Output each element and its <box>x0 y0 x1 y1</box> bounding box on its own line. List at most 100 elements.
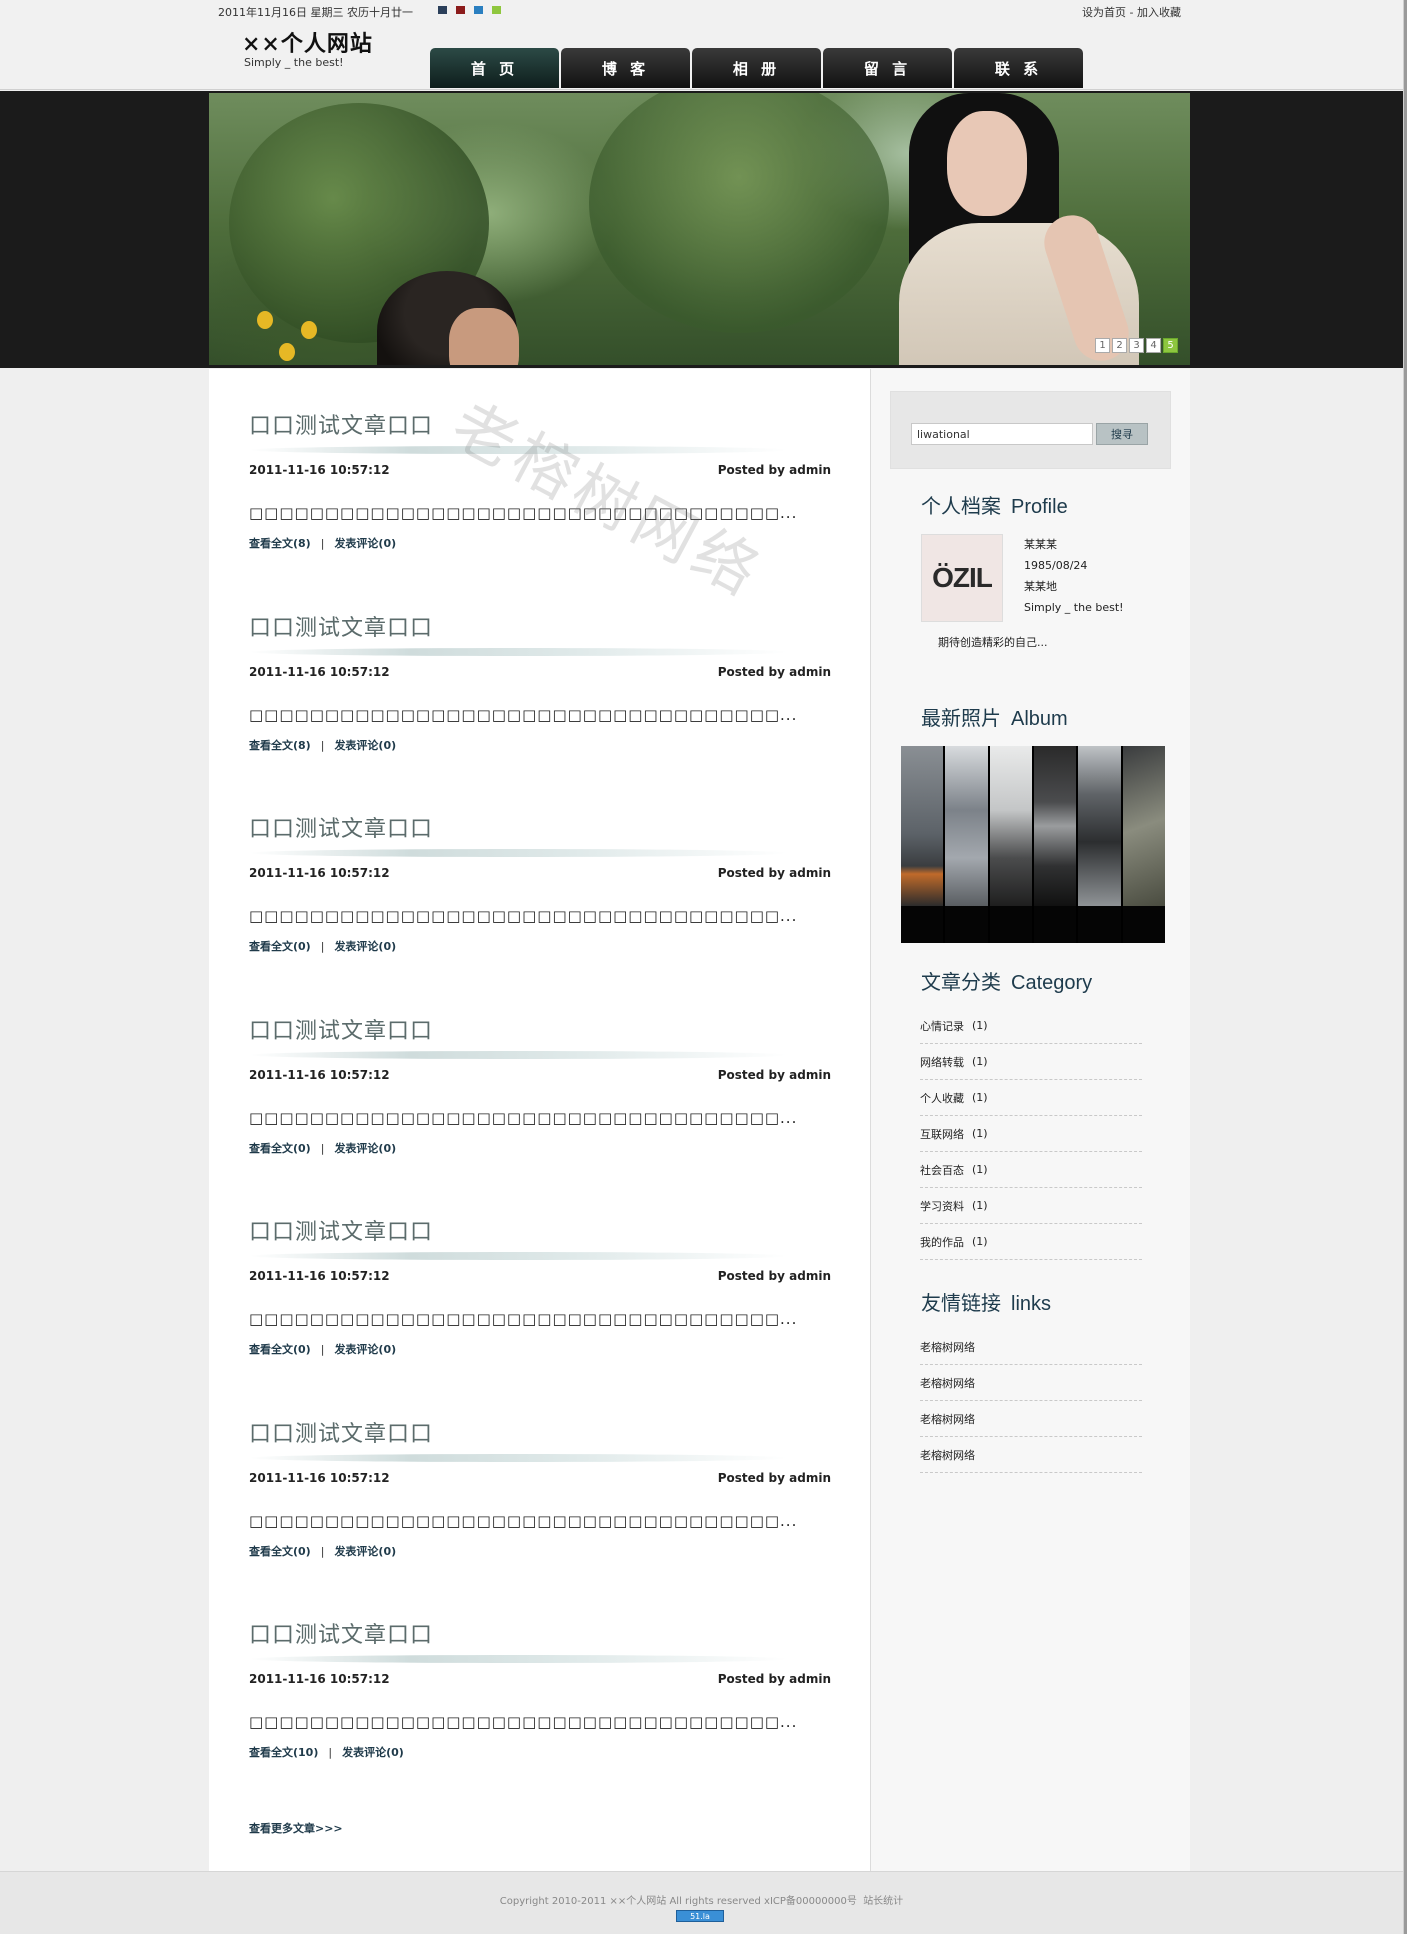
post-title[interactable]: 口口测试文章口口 <box>249 1214 433 1246</box>
post-title[interactable]: 口口测试文章口口 <box>249 1013 433 1045</box>
post-title[interactable]: 口口测试文章口口 <box>249 811 433 843</box>
album-photo[interactable] <box>945 746 988 943</box>
post-title[interactable]: 口口测试文章口口 <box>249 408 433 440</box>
footer-stats-link[interactable]: 站长统计 <box>863 1896 903 1907</box>
post-actions: 查看全文(0) | 发表评论(0) <box>249 1543 396 1559</box>
stats-counter-badge[interactable]: 51.la <box>676 1910 724 1922</box>
post-author: Posted by admin <box>717 1470 831 1485</box>
post-author: Posted by admin <box>717 1067 831 1082</box>
profile-slogan: Simply _ the best! <box>1024 601 1124 614</box>
category-heading-cn: 文章分类 <box>921 970 1001 994</box>
friend-link[interactable]: 老榕树网络 <box>920 1437 1142 1473</box>
top-links: 设为首页 - 加入收藏 <box>1082 4 1181 20</box>
album-photo[interactable] <box>901 746 944 943</box>
nav-album[interactable]: 相 册 <box>692 48 821 88</box>
more-articles-link[interactable]: 查看更多文章>>> <box>249 1820 343 1836</box>
friend-link[interactable]: 老榕树网络 <box>920 1401 1142 1437</box>
banner-page-4[interactable]: 4 <box>1146 338 1161 353</box>
category-count: (1) <box>972 1235 988 1248</box>
category-count: (1) <box>972 1199 988 1212</box>
post-title-underline <box>249 1252 789 1260</box>
category-item[interactable]: 社会百态 (1) <box>920 1152 1142 1188</box>
category-heading-en: Category <box>1011 972 1093 994</box>
theme-swatch-blue[interactable] <box>474 6 483 14</box>
read-more-link[interactable]: 查看全文(0) <box>249 1545 311 1558</box>
read-more-link[interactable]: 查看全文(8) <box>249 537 311 550</box>
banner-page-5[interactable]: 5 <box>1163 338 1178 353</box>
post-date: 2011-11-16 10:57:12 <box>249 1672 390 1686</box>
set-home-link[interactable]: 设为首页 <box>1082 6 1126 19</box>
category-item[interactable]: 个人收藏 (1) <box>920 1080 1142 1116</box>
banner-fruit <box>301 321 317 339</box>
category-item[interactable]: 心情记录 (1) <box>920 1008 1142 1044</box>
read-more-link[interactable]: 查看全文(10) <box>249 1746 318 1759</box>
comment-link[interactable]: 发表评论(0) <box>342 1746 404 1759</box>
theme-swatch-red[interactable] <box>456 6 465 14</box>
banner-page-2[interactable]: 2 <box>1112 338 1127 353</box>
category-name: 社会百态 <box>920 1163 964 1177</box>
date-line: 2011年11月16日 星期三 农历十月廿一 <box>218 6 413 19</box>
footer-icp-link[interactable]: xICP备00000000号 <box>764 1896 857 1907</box>
post-title[interactable]: 口口测试文章口口 <box>249 1617 433 1649</box>
nav-blog[interactable]: 博 客 <box>561 48 690 88</box>
post-excerpt: □□□□□□□□□□□□□□□□□□□□□□□□□□□□□□□□□□□... <box>249 907 798 925</box>
category-item[interactable]: 互联网络 (1) <box>920 1116 1142 1152</box>
banner-woman-face <box>947 111 1027 216</box>
post-date: 2011-11-16 10:57:12 <box>249 1067 390 1082</box>
search-input[interactable] <box>911 423 1093 445</box>
theme-swatch-green[interactable] <box>492 6 501 14</box>
banner-slideshow[interactable]: 1 2 3 4 5 <box>209 93 1190 365</box>
banner-page-1[interactable]: 1 <box>1095 338 1110 353</box>
post-title[interactable]: 口口测试文章口口 <box>249 1416 433 1448</box>
category-heading: 文章分类 Category <box>921 966 1092 995</box>
post-date: 2011-11-16 10:57:12 <box>249 866 390 880</box>
read-more-link[interactable]: 查看全文(8) <box>249 739 311 752</box>
album-photo[interactable] <box>1122 746 1165 943</box>
profile-heading-cn: 个人档案 <box>921 494 1001 518</box>
album-photo[interactable] <box>1078 746 1121 943</box>
friend-link[interactable]: 老榕树网络 <box>920 1329 1142 1365</box>
friend-link[interactable]: 老榕树网络 <box>920 1365 1142 1401</box>
post-actions-separator: | <box>320 738 325 752</box>
footer-text: Copyright 2010-2011 ××个人网站 All rights re… <box>0 1892 1403 1907</box>
read-more-link[interactable]: 查看全文(0) <box>249 1142 311 1155</box>
nav-guestbook[interactable]: 留 言 <box>823 48 952 88</box>
category-item[interactable]: 学习资料 (1) <box>920 1188 1142 1224</box>
comment-link[interactable]: 发表评论(0) <box>334 537 396 550</box>
nav-contact[interactable]: 联 系 <box>954 48 1083 88</box>
avatar: ÖZIL <box>921 534 1003 622</box>
post-actions: 查看全文(8) | 发表评论(0) <box>249 535 396 551</box>
category-name: 心情记录 <box>920 1019 964 1033</box>
comment-link[interactable]: 发表评论(0) <box>334 739 396 752</box>
album-photo[interactable] <box>989 746 1032 943</box>
album-photo[interactable] <box>1033 746 1077 943</box>
post-title-underline <box>249 647 789 656</box>
category-item[interactable]: 我的作品 (1) <box>920 1224 1142 1260</box>
footer-copyright: Copyright 2010-2011 ××个人网站 All rights re… <box>499 1896 765 1907</box>
post-title[interactable]: 口口测试文章口口 <box>249 610 433 642</box>
post-author: Posted by admin <box>717 1672 831 1686</box>
post-author: Posted by admin <box>717 463 831 477</box>
comment-link[interactable]: 发表评论(0) <box>334 940 396 953</box>
theme-swatch-navy[interactable] <box>438 6 447 14</box>
post-title-underline <box>249 446 789 454</box>
friend-links-list: 老榕树网络 老榕树网络 老榕树网络 老榕树网络 <box>920 1329 1142 1473</box>
post-actions-separator: | <box>320 537 325 550</box>
window-scrollbar[interactable] <box>1403 0 1423 1934</box>
site-header: 2011年11月16日 星期三 农历十月廿一 设为首页 - 加入收藏 ××个人网… <box>0 0 1403 90</box>
album-accordion <box>901 746 1165 943</box>
category-name: 网络转载 <box>920 1055 964 1069</box>
nav-home[interactable]: 首 页 <box>430 48 559 88</box>
read-more-link[interactable]: 查看全文(0) <box>249 940 311 953</box>
post-title-underline <box>249 849 789 857</box>
comment-link[interactable]: 发表评论(0) <box>334 1343 396 1356</box>
banner-page-3[interactable]: 3 <box>1129 338 1144 353</box>
add-favorite-link[interactable]: 加入收藏 <box>1137 6 1181 19</box>
category-item[interactable]: 网络转载 (1) <box>920 1044 1142 1080</box>
comment-link[interactable]: 发表评论(0) <box>334 1142 396 1155</box>
site-logo[interactable]: ××个人网站 <box>242 26 373 58</box>
comment-link[interactable]: 发表评论(0) <box>334 1545 396 1558</box>
theme-swatches <box>438 6 501 14</box>
search-button[interactable]: 搜寻 <box>1096 423 1148 445</box>
read-more-link[interactable]: 查看全文(0) <box>249 1343 311 1356</box>
